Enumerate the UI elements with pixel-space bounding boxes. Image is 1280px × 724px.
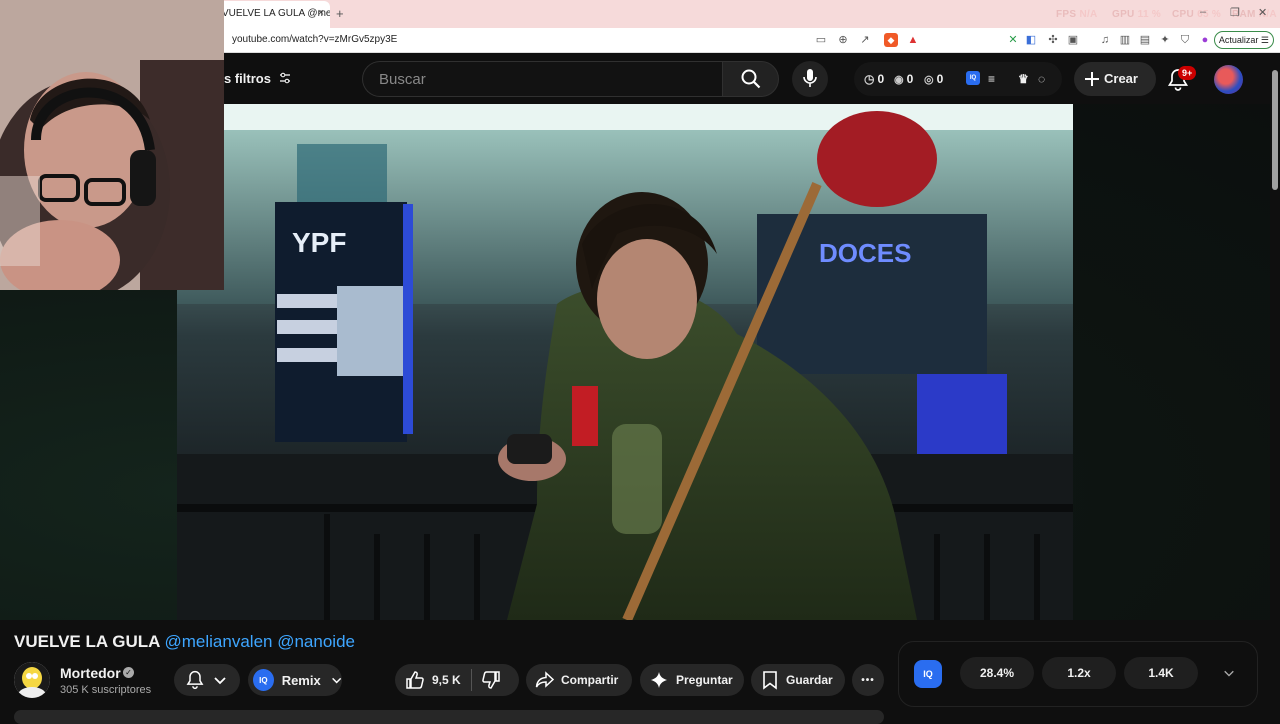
stat-count: 1.4K (1124, 657, 1198, 689)
video-frame: YPF DOCES (177, 104, 1073, 620)
subscriber-count: 305 K suscriptores (60, 684, 152, 696)
cpu-stat: CPU 65 % (1172, 9, 1222, 20)
browser-tab[interactable]: VUELVE LA GULA @melianvalen × (214, 1, 330, 28)
chevron-down-icon[interactable] (1223, 667, 1235, 679)
doces-sign: DOCES (819, 238, 911, 268)
wallet-icon[interactable]: ▤ (1138, 33, 1152, 47)
iq-logo-icon[interactable]: IQ (914, 660, 942, 688)
ext-counters: ◷ 0 ◉ 0 ◎ 0 IQ ≡ ♛ ◌ (854, 62, 1062, 96)
channel-name[interactable]: Mortedor (60, 665, 121, 681)
list-icon[interactable]: ≡ (988, 72, 995, 86)
gpu-stat: GPU 11 % (1112, 9, 1162, 20)
filters-button[interactable]: s filtros (224, 64, 303, 94)
trophy-icon[interactable]: ♛ (1018, 72, 1029, 86)
iq-icon: IQ (253, 669, 274, 691)
vpn-icon[interactable]: ⛉ (1178, 33, 1192, 47)
chevron-down-icon (331, 677, 341, 684)
profile-icon[interactable]: ● (1198, 33, 1212, 47)
mention-link[interactable]: @melianvalen (165, 632, 273, 651)
maximize-icon[interactable]: ❐ (1230, 6, 1240, 19)
scrollbar-thumb[interactable] (1272, 70, 1278, 190)
url-field[interactable]: youtube.com/watch?v=zMrGv5zpy3E (232, 34, 397, 45)
minimize-icon[interactable]: – (1200, 6, 1206, 18)
eye-icon: ◉ (894, 73, 904, 86)
notification-badge: 9+ (1178, 66, 1197, 80)
zoom-icon[interactable]: ⊕ (836, 33, 850, 47)
close-window-icon[interactable]: ✕ (1258, 6, 1267, 19)
divider (470, 669, 472, 691)
iq-badge[interactable]: IQ (966, 71, 980, 85)
chevron-down-icon (214, 677, 226, 685)
bell-icon (186, 670, 204, 690)
clock-icon: ◷ (864, 72, 875, 86)
create-button[interactable]: Crear (1074, 62, 1156, 96)
thumbs-up-icon[interactable] (405, 670, 425, 690)
stat-percent: 28.4% (960, 657, 1034, 689)
mention-link[interactable]: @nanoide (277, 632, 355, 651)
webcam-overlay (0, 0, 224, 290)
subscription-bell-button[interactable] (174, 664, 240, 696)
brave-rewards-icon[interactable]: ▲ (906, 33, 920, 47)
share-icon (535, 671, 555, 688)
video-title: VUELVE LA GULA @melianvalen @nanoide (14, 632, 355, 651)
bookmark-icon (763, 671, 777, 690)
stat-ratio: 1.2x (1042, 657, 1116, 689)
share-page-icon[interactable]: ↗ (858, 33, 872, 47)
fps-stat: FPS N/A (1056, 9, 1098, 20)
search-input[interactable] (379, 62, 709, 96)
sidebar-icon[interactable]: ▥ (1118, 33, 1132, 47)
media-icon[interactable]: ♫ (1098, 33, 1112, 47)
new-tab-button[interactable]: + (336, 6, 344, 21)
plus-icon (1085, 72, 1099, 86)
cast-icon[interactable]: ▭ (814, 33, 828, 47)
save-button[interactable]: Guardar (751, 664, 845, 696)
more-actions-button[interactable]: ••• (852, 664, 884, 696)
tab-close-icon[interactable]: × (318, 7, 324, 19)
channel-avatar[interactable] (14, 662, 50, 698)
description-box[interactable] (14, 710, 884, 724)
watch-counter[interactable]: ◎ 0 (924, 72, 943, 86)
microphone-icon (803, 69, 817, 87)
search-icon (741, 69, 761, 89)
like-count: 9,5 K (432, 673, 461, 687)
sliders-icon (279, 72, 290, 84)
extensions-icon[interactable]: ✣ (1046, 33, 1060, 47)
views-counter[interactable]: ◉ 0 (894, 72, 913, 86)
screenshot-icon[interactable]: ▣ (1066, 33, 1080, 47)
sparkle-icon (651, 672, 667, 688)
thumbs-down-icon[interactable] (481, 670, 501, 690)
simpson-avatar-icon (14, 662, 50, 698)
voice-search-button[interactable] (792, 61, 828, 97)
translate-icon[interactable]: ◧ (1024, 33, 1038, 47)
ask-button[interactable]: Preguntar (640, 664, 744, 696)
video-player[interactable]: YPF DOCES (177, 104, 1073, 620)
eye-slash-icon: ◎ (924, 73, 934, 86)
share-button[interactable]: Compartir (526, 664, 632, 696)
ai-icon[interactable]: ✦ (1158, 33, 1172, 47)
extension-x-icon[interactable]: ✕ (1006, 33, 1020, 47)
search-button[interactable] (722, 61, 779, 97)
remix-button[interactable]: IQ Remix (248, 664, 342, 696)
brave-shield-icon[interactable]: ◆ (884, 33, 898, 47)
search-box (362, 61, 724, 97)
clock-counter[interactable]: ◷ 0 (864, 72, 884, 86)
like-dislike-group: 9,5 K (395, 664, 519, 696)
chat-icon[interactable]: ◌ (1038, 72, 1045, 86)
streamer-figure (0, 0, 224, 290)
update-button[interactable]: Actualizar ☰ (1213, 31, 1274, 49)
user-avatar[interactable] (1214, 65, 1243, 94)
verified-icon: ✓ (123, 667, 134, 678)
tab-title: VUELVE LA GULA @melianvalen (222, 8, 330, 19)
ypf-sign: YPF (292, 227, 346, 258)
